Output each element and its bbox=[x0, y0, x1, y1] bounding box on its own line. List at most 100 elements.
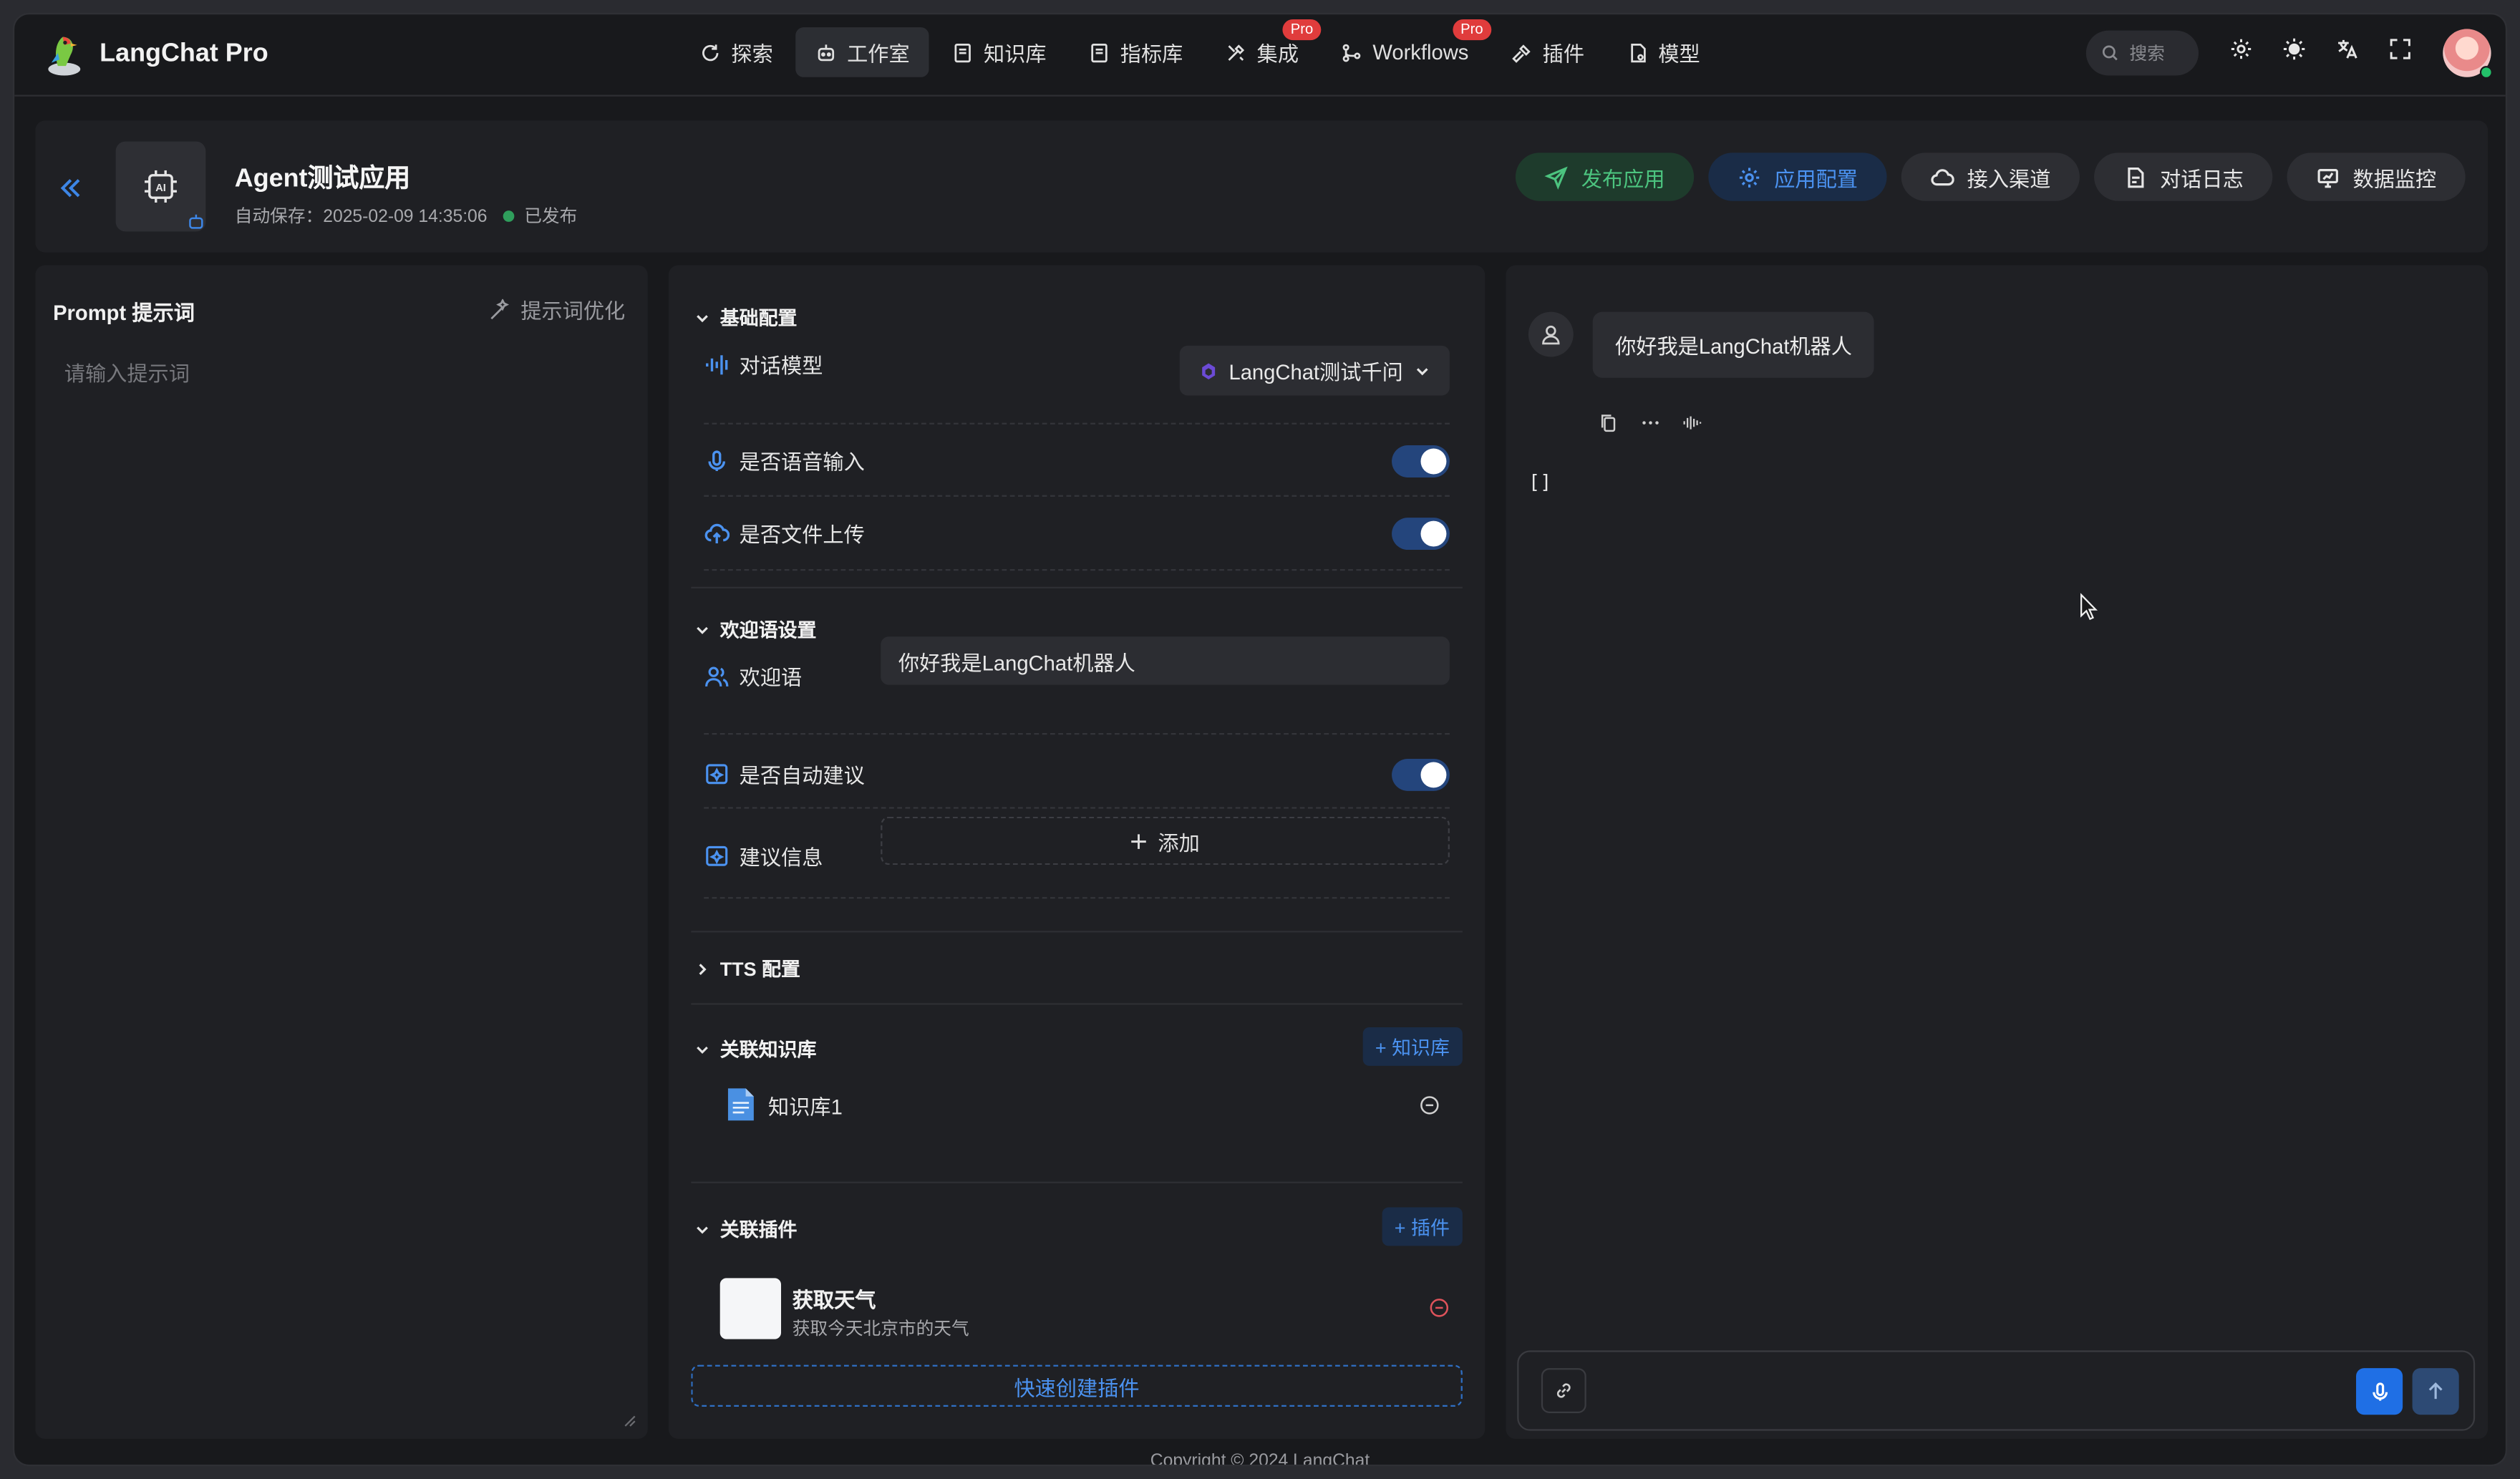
send-button[interactable] bbox=[2412, 1368, 2459, 1415]
autosave-text: 自动保存：2025-02-09 14:35:06 bbox=[234, 207, 488, 227]
nav-label: 指标库 bbox=[1120, 42, 1183, 67]
users-icon bbox=[705, 666, 729, 686]
sound-wave-icon bbox=[706, 354, 728, 374]
remove-circle-icon[interactable] bbox=[1419, 1094, 1440, 1115]
ai-chip-icon: AI bbox=[145, 170, 177, 203]
section-divider bbox=[691, 931, 1463, 933]
optimize-prompt-button[interactable]: 提示词优化 bbox=[488, 294, 625, 325]
voice-label: 是否语音输入 bbox=[739, 450, 865, 475]
model-logo-icon bbox=[1201, 362, 1215, 379]
nav-label: Workflows bbox=[1372, 40, 1469, 64]
attach-button[interactable] bbox=[1541, 1368, 1586, 1413]
remove-plugin-icon[interactable] bbox=[1429, 1297, 1450, 1318]
microphone-icon bbox=[708, 450, 726, 470]
nav-item-metrics[interactable]: 指标库 bbox=[1069, 27, 1202, 77]
chevron-down-icon bbox=[1416, 367, 1428, 375]
welcome-label: 欢迎语 bbox=[739, 665, 803, 690]
user-avatar[interactable] bbox=[2443, 29, 2493, 79]
plugin-desc: 获取今天北京市的天气 bbox=[792, 1319, 969, 1339]
divider bbox=[704, 422, 1450, 425]
model-label: 对话模型 bbox=[739, 354, 823, 378]
chat-input-box[interactable] bbox=[1517, 1350, 2476, 1431]
app-config-button[interactable]: 应用配置 bbox=[1708, 152, 1887, 201]
fullscreen-icon[interactable] bbox=[2388, 37, 2413, 62]
section-plugins[interactable]: 关联插件 bbox=[694, 1216, 798, 1243]
ai-suggest-icon bbox=[706, 845, 728, 865]
section-divider bbox=[691, 1181, 1463, 1183]
chat-preview-panel: 你好我是LangChat机器人 [] bbox=[1506, 265, 2488, 1439]
user-icon bbox=[1542, 325, 1560, 345]
header-icons bbox=[2229, 37, 2413, 62]
top-navbar: LangChat Pro 探索 工作室 知识库 指标库 集成 Pro Workf… bbox=[14, 14, 2506, 97]
divider bbox=[704, 495, 1450, 497]
model-select[interactable]: LangChat测试千问 bbox=[1178, 345, 1450, 396]
auto-suggest-toggle[interactable] bbox=[1392, 757, 1450, 790]
nav-item-explore[interactable]: 探索 bbox=[680, 27, 793, 77]
gear-icon[interactable] bbox=[2229, 37, 2254, 62]
nav-item-integration[interactable]: 集成 Pro bbox=[1206, 19, 1322, 77]
resize-handle-icon[interactable] bbox=[624, 1415, 636, 1427]
section-knowledge[interactable]: 关联知识库 bbox=[694, 1035, 816, 1062]
welcome-input[interactable]: 你好我是LangChat机器人 bbox=[881, 636, 1450, 685]
nav-label: 集成 bbox=[1256, 42, 1299, 67]
robot-icon bbox=[818, 44, 835, 61]
nav-item-knowledge[interactable]: 知识库 bbox=[932, 27, 1065, 77]
chat-log-button[interactable]: 对话日志 bbox=[2094, 152, 2273, 201]
nav-item-plugins[interactable]: 插件 bbox=[1491, 27, 1604, 77]
plus-icon bbox=[1132, 833, 1147, 848]
audio-wave-icon[interactable] bbox=[1682, 413, 1702, 432]
add-suggestion-button[interactable]: 添加 bbox=[881, 816, 1450, 865]
brand[interactable]: LangChat Pro bbox=[40, 31, 268, 79]
nav-item-studio[interactable]: 工作室 bbox=[795, 27, 929, 77]
svg-text:AI: AI bbox=[155, 183, 166, 194]
cloud-icon bbox=[1931, 168, 1954, 185]
document-icon bbox=[2128, 166, 2144, 188]
section-basic-config[interactable]: 基础配置 bbox=[694, 304, 798, 331]
prompt-title: Prompt 提示词 bbox=[53, 300, 195, 325]
copy-icon[interactable] bbox=[1599, 413, 1619, 432]
nav-label: 工作室 bbox=[847, 42, 910, 67]
ai-suggest-icon bbox=[706, 763, 728, 784]
main-nav: 探索 工作室 知识库 指标库 集成 Pro Workflows Pro 插件 模… bbox=[680, 19, 1720, 77]
voice-input-button[interactable] bbox=[2356, 1368, 2403, 1415]
section-tts[interactable]: TTS 配置 bbox=[694, 955, 800, 982]
nav-label: 模型 bbox=[1658, 42, 1700, 67]
section-title: 关联插件 bbox=[719, 1218, 798, 1241]
section-divider bbox=[691, 1003, 1463, 1005]
upload-label: 是否文件上传 bbox=[739, 522, 865, 547]
add-plugin-button[interactable]: + 插件 bbox=[1381, 1207, 1463, 1246]
optimize-label: 提示词优化 bbox=[520, 299, 626, 324]
prompt-panel: Prompt 提示词 提示词优化 请输入提示词 bbox=[35, 265, 648, 1439]
workflow-icon bbox=[1342, 43, 1361, 62]
auto-suggest-row: 是否自动建议 bbox=[704, 757, 1450, 790]
channel-button[interactable]: 接入渠道 bbox=[1901, 152, 2080, 201]
publish-label: 发布应用 bbox=[1581, 166, 1665, 191]
sun-icon[interactable] bbox=[2282, 37, 2307, 62]
tools-icon bbox=[1228, 44, 1245, 60]
monitor-button[interactable]: 数据监控 bbox=[2287, 152, 2466, 201]
monitor-label: 数据监控 bbox=[2352, 166, 2437, 191]
nav-item-models[interactable]: 模型 bbox=[1606, 27, 1719, 77]
translate-icon[interactable] bbox=[2335, 37, 2360, 62]
auto-suggest-label: 是否自动建议 bbox=[739, 763, 865, 788]
monitor-icon bbox=[2317, 168, 2338, 188]
back-icon[interactable] bbox=[58, 172, 90, 204]
publish-button[interactable]: 发布应用 bbox=[1515, 152, 1694, 201]
search-box[interactable]: 搜索 bbox=[2085, 30, 2199, 76]
pro-badge: Pro bbox=[1282, 19, 1322, 41]
link-icon bbox=[1556, 1383, 1571, 1398]
more-icon[interactable] bbox=[1641, 413, 1660, 432]
voice-input-toggle[interactable] bbox=[1392, 444, 1450, 477]
app-icon: AI bbox=[115, 141, 206, 232]
app-actions: 发布应用 应用配置 接入渠道 对话日志 数据监控 bbox=[1515, 152, 2466, 201]
nav-item-workflows[interactable]: Workflows Pro bbox=[1321, 19, 1491, 77]
search-icon bbox=[2102, 45, 2118, 61]
add-knowledge-button[interactable]: + 知识库 bbox=[1362, 1027, 1463, 1066]
section-welcome[interactable]: 欢迎语设置 bbox=[694, 616, 816, 643]
file-upload-toggle[interactable] bbox=[1392, 516, 1450, 549]
mouse-cursor-icon bbox=[2080, 593, 2098, 621]
divider bbox=[704, 897, 1450, 899]
quick-create-plugin-button[interactable]: 快速创建插件 bbox=[691, 1364, 1463, 1407]
section-divider bbox=[691, 586, 1463, 588]
prompt-textarea[interactable]: 请输入提示词 bbox=[64, 357, 190, 388]
